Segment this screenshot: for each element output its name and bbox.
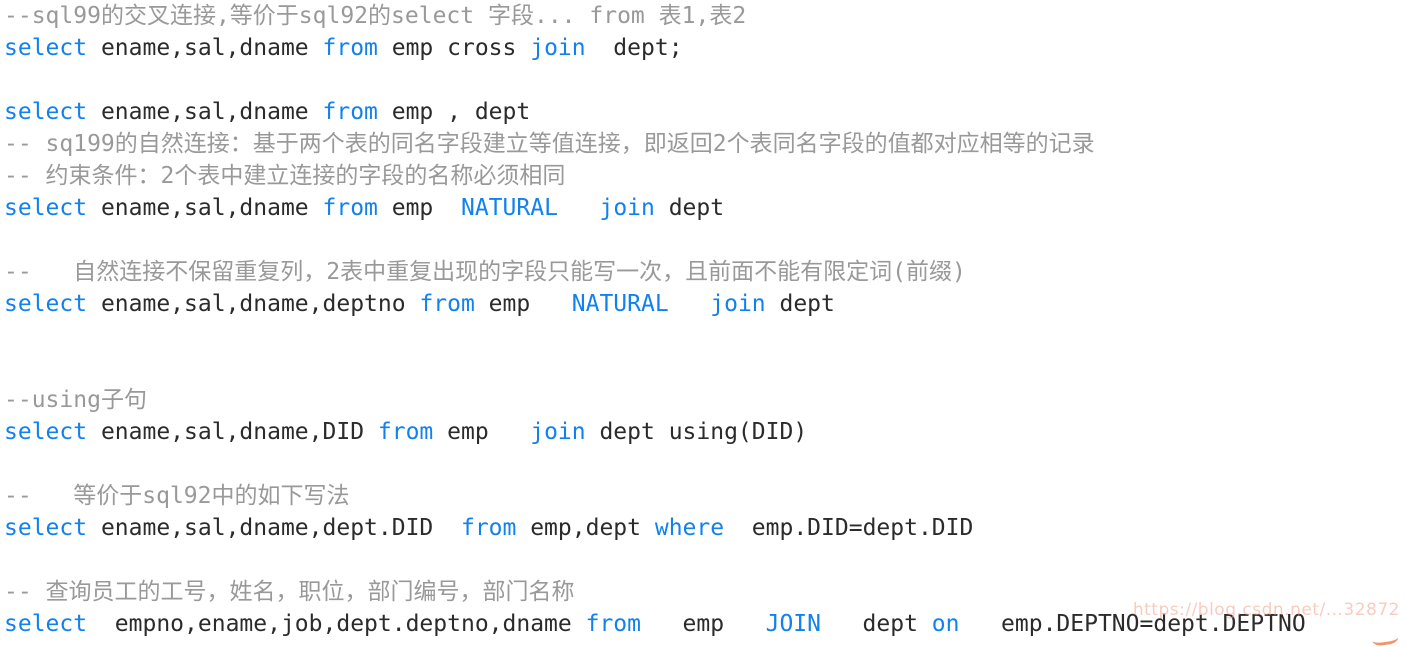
code-line[interactable]: -- 等价于sql92中的如下写法 — [0, 480, 1406, 512]
token-plain: ename,sal,dname,DID — [87, 419, 378, 445]
code-line-blank[interactable] — [0, 320, 1406, 352]
code-line-blank[interactable] — [0, 352, 1406, 384]
code-line[interactable]: select ename,sal,dname from emp , dept — [0, 96, 1406, 128]
token-plain: ename,sal,dname — [87, 99, 323, 125]
token-comment: -- 查询员工的工号，姓名，职位，部门编号，部门名称 — [4, 579, 575, 605]
token-keyword: from — [585, 611, 641, 637]
token-plain: emp , dept — [377, 99, 531, 125]
code-editor-viewport[interactable]: --sql99的交叉连接,等价于sql92的select 字段... from … — [0, 0, 1406, 647]
token-comment: -- sq199的自然连接：基于两个表的同名字段建立等值连接，即返回2个表同名字… — [4, 131, 1095, 157]
token-plain: dept using(DID) — [585, 419, 808, 445]
token-comment: --using子句 — [4, 387, 147, 413]
token-keyword: on — [931, 611, 960, 637]
code-line[interactable]: --using子句 — [0, 384, 1406, 416]
token-keyword: select — [4, 611, 88, 637]
code-lines-container[interactable]: --sql99的交叉连接,等价于sql92的select 字段... from … — [0, 0, 1406, 640]
token-plain: ename,sal,dname — [87, 195, 323, 221]
token-comment: -- 自然连接不保留重复列，2表中重复出现的字段只能写一次，且前面不能有限定词(… — [4, 259, 966, 285]
token-comment: -- 约束条件：2个表中建立连接的字段的名称必须相同 — [4, 163, 566, 189]
token-keyword: select — [4, 515, 88, 541]
token-plain: emp.DEPTNO=dept.DEPTNO — [959, 611, 1306, 637]
token-plain: empno,ename,job,dept.deptno,dname — [87, 611, 586, 637]
code-line-blank[interactable] — [0, 64, 1406, 96]
token-keyword: NATURAL — [460, 195, 558, 221]
token-keyword: join — [530, 35, 586, 61]
token-keyword: select — [4, 419, 88, 445]
token-plain: dept — [654, 195, 725, 221]
token-plain: emp — [433, 419, 531, 445]
token-plain: dept — [765, 291, 835, 317]
token-keyword: where — [654, 515, 725, 541]
token-keyword: from — [377, 419, 434, 445]
token-keyword: from — [322, 35, 378, 61]
token-keyword: select — [4, 99, 88, 125]
token-plain: emp.DID=dept.DID — [724, 515, 974, 541]
code-line[interactable]: select ename,sal,dname from emp NATURAL … — [0, 192, 1406, 224]
token-keyword: select — [4, 291, 88, 317]
code-line[interactable]: -- sq199的自然连接：基于两个表的同名字段建立等值连接，即返回2个表同名字… — [0, 128, 1406, 160]
token-keyword: from — [419, 291, 475, 317]
token-keyword: join — [530, 419, 586, 445]
token-plain: ename,sal,dname,dept.DID — [87, 515, 461, 541]
token-keyword: from — [322, 99, 378, 125]
token-keyword: from — [460, 515, 517, 541]
code-line[interactable]: select ename,sal,dname,deptno from emp N… — [0, 288, 1406, 320]
token-plain: ename,sal,dname — [87, 35, 323, 61]
code-line[interactable]: select empno,ename,job,dept.deptno,dname… — [0, 608, 1406, 640]
token-plain: emp — [474, 291, 572, 317]
token-plain: dept; — [585, 35, 683, 61]
token-keyword: NATURAL — [571, 291, 669, 317]
code-line[interactable]: -- 自然连接不保留重复列，2表中重复出现的字段只能写一次，且前面不能有限定词(… — [0, 256, 1406, 288]
code-line[interactable]: select ename,sal,dname,dept.DID from emp… — [0, 512, 1406, 544]
code-line[interactable]: -- 约束条件：2个表中建立连接的字段的名称必须相同 — [0, 160, 1406, 192]
token-keyword: select — [4, 35, 88, 61]
code-line[interactable]: select ename,sal,dname,DID from emp join… — [0, 416, 1406, 448]
code-line[interactable]: --sql99的交叉连接,等价于sql92的select 字段... from … — [0, 0, 1406, 32]
token-plain: ename,sal,dname,deptno — [87, 291, 420, 317]
token-plain: emp — [377, 195, 461, 221]
token-comment: -- 等价于sql92中的如下写法 — [4, 483, 350, 509]
token-plain: emp — [640, 611, 766, 637]
token-plain: dept — [821, 611, 932, 637]
code-line[interactable]: select ename,sal,dname from emp cross jo… — [0, 32, 1406, 64]
token-keyword: select — [4, 195, 88, 221]
token-plain: emp cross — [377, 35, 531, 61]
token-keyword: JOIN — [765, 611, 821, 637]
code-line-blank[interactable] — [0, 544, 1406, 576]
code-line[interactable]: -- 查询员工的工号，姓名，职位，部门编号，部门名称 — [0, 576, 1406, 608]
token-keyword: from — [322, 195, 378, 221]
token-comment: --sql99的交叉连接,等价于sql92的select 字段... from … — [4, 3, 747, 29]
code-line-blank[interactable] — [0, 224, 1406, 256]
code-line-blank[interactable] — [0, 448, 1406, 480]
token-plain: emp,dept — [516, 515, 655, 541]
token-keyword: join — [599, 195, 655, 221]
token-keyword: join — [710, 291, 766, 317]
